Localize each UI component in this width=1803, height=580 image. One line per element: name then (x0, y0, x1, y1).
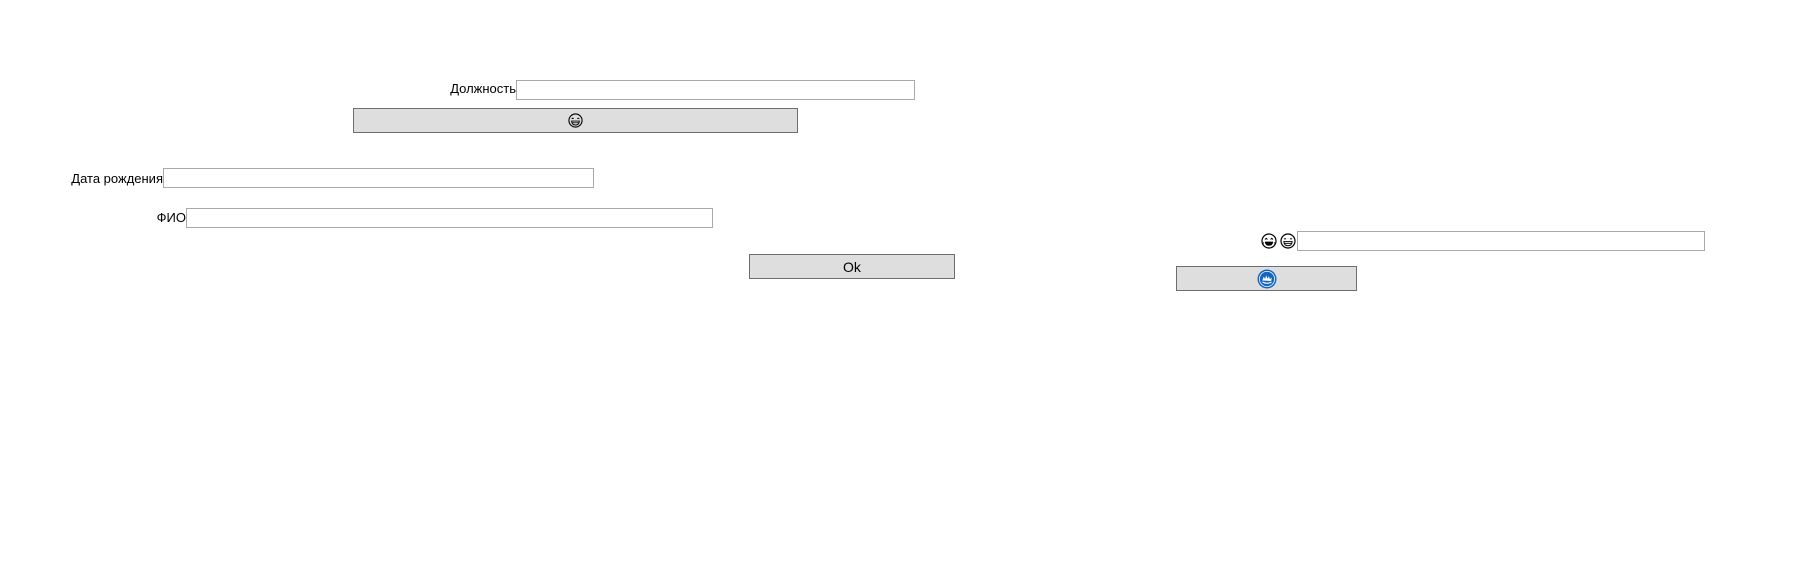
position-label: Должность (450, 81, 516, 96)
position-field[interactable] (516, 80, 915, 100)
fullname-field[interactable] (186, 208, 713, 228)
grinning-face-icon (568, 113, 583, 128)
right-field[interactable] (1297, 231, 1705, 251)
blue-round-badge-icon (1257, 269, 1277, 289)
blue-badge-button[interactable] (1176, 266, 1357, 291)
birthdate-field[interactable] (163, 168, 594, 188)
ok-button[interactable]: Ok (749, 254, 955, 279)
emoji-button[interactable] (353, 108, 798, 133)
birthdate-label: Дата рождения (71, 171, 163, 186)
laughing-face-icon (1261, 233, 1277, 249)
grinning-face-icon (1280, 233, 1296, 249)
fullname-label: ФИО (156, 210, 186, 225)
